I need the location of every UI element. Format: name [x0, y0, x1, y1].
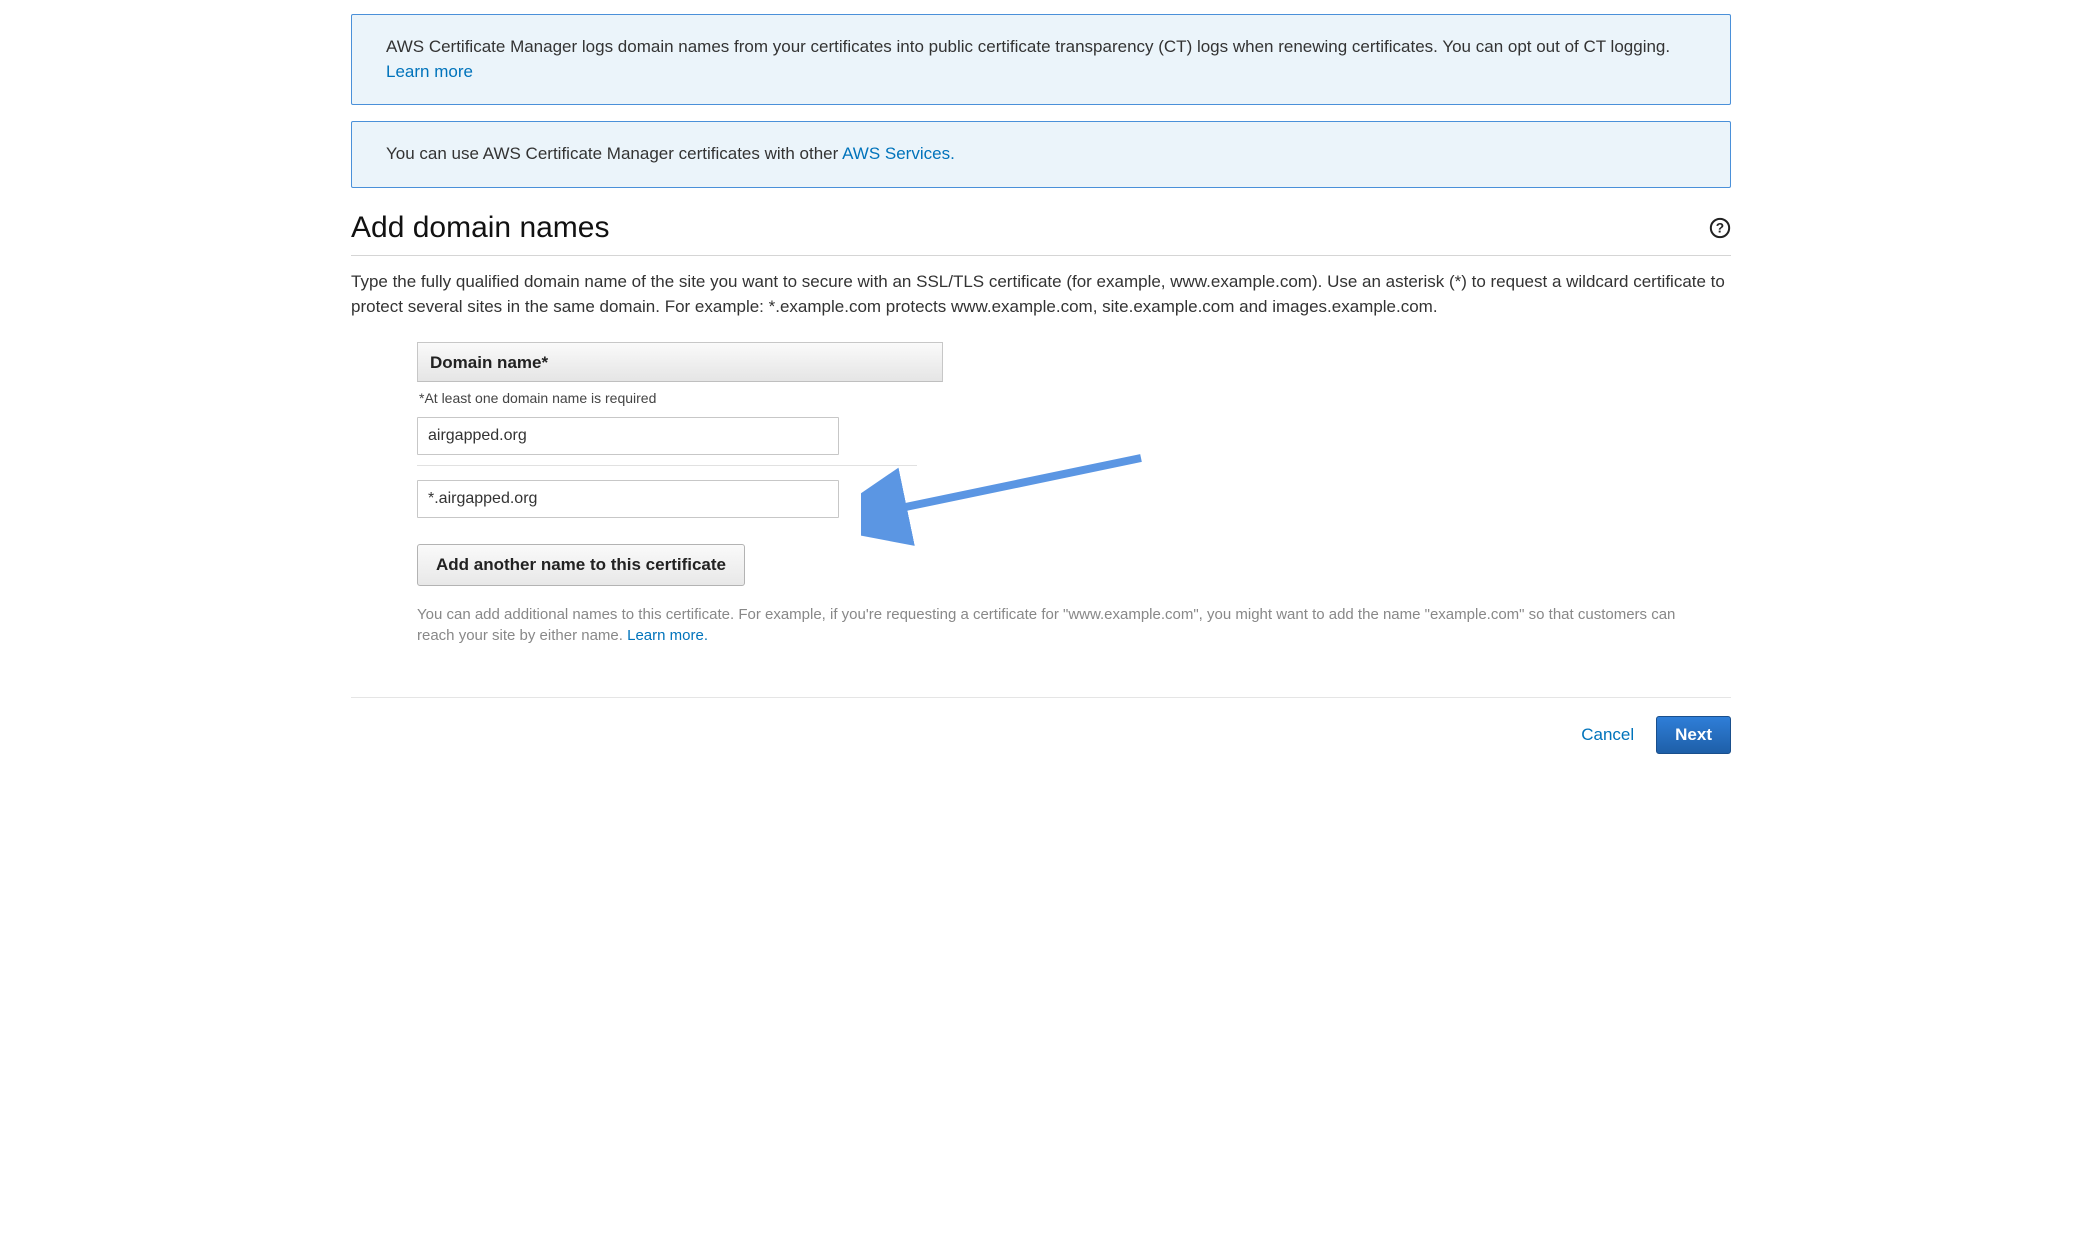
domain-input-1[interactable] [417, 480, 839, 518]
info-aws-services-text: You can use AWS Certificate Manager cert… [386, 144, 842, 163]
info-ct-logging: AWS Certificate Manager logs domain name… [351, 14, 1731, 105]
remove-domain-icon[interactable] [883, 490, 901, 508]
help-icon[interactable]: ? [1709, 217, 1731, 239]
domain-input-0[interactable] [417, 417, 839, 455]
info-aws-services: You can use AWS Certificate Manager cert… [351, 121, 1731, 188]
additional-names-hint-text: You can add additional names to this cer… [417, 606, 1675, 645]
footer-actions: Cancel Next [351, 697, 1731, 754]
required-note: *At least one domain name is required [419, 388, 1731, 408]
section-description: Type the fully qualified domain name of … [351, 270, 1731, 319]
learn-more-ct-link[interactable]: Learn more [386, 62, 473, 81]
page-title: Add domain names [351, 206, 610, 250]
aws-services-link[interactable]: AWS Services. [842, 144, 955, 163]
domain-name-column-header: Domain name* [417, 342, 943, 383]
learn-more-names-link[interactable]: Learn more. [627, 627, 708, 644]
add-another-name-button[interactable]: Add another name to this certificate [417, 544, 745, 586]
info-ct-logging-text: AWS Certificate Manager logs domain name… [386, 37, 1670, 56]
svg-text:?: ? [1716, 220, 1724, 235]
additional-names-hint: You can add additional names to this cer… [417, 604, 1697, 648]
next-button[interactable]: Next [1656, 716, 1731, 754]
divider [417, 465, 917, 466]
cancel-button[interactable]: Cancel [1581, 723, 1634, 748]
